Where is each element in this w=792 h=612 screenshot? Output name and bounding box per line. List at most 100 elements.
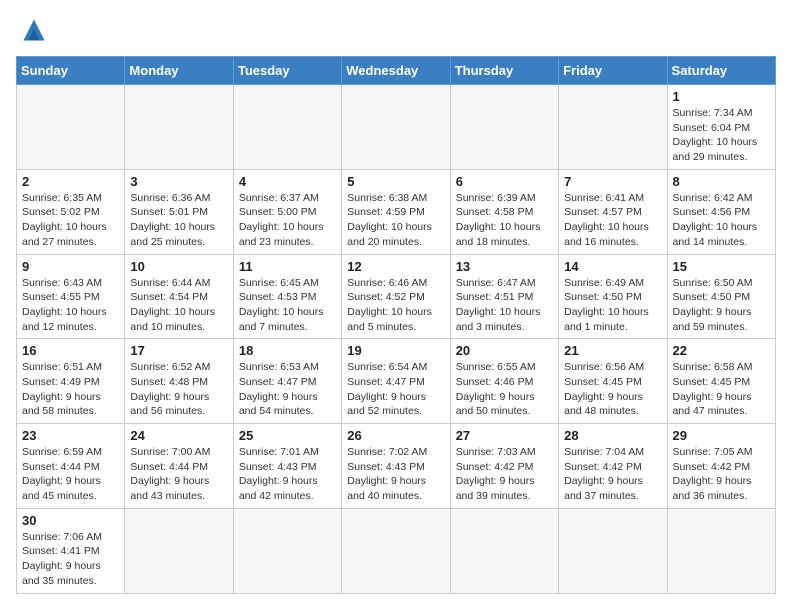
calendar-day-cell: 8Sunrise: 6:42 AM Sunset: 4:56 PM Daylig…	[667, 169, 775, 254]
calendar-day-cell: 27 Sunrise: 7:03 AM Sunset: 4:42 PM Dayli…	[450, 424, 558, 509]
day-number: 22	[673, 343, 770, 358]
calendar-day-cell: 25 Sunrise: 7:01 AM Sunset: 4:43 PM Dayli…	[233, 424, 341, 509]
calendar-day-cell: 2Sunrise: 6:35 AM Sunset: 5:02 PM Daylig…	[17, 169, 125, 254]
day-info: Sunrise: 6:42 AM Sunset: 4:56 PM Dayligh…	[673, 191, 770, 250]
day-number: 17	[130, 343, 227, 358]
calendar-week-row: 9Sunrise: 6:43 AM Sunset: 4:55 PM Daylig…	[17, 254, 776, 339]
calendar-day-cell	[559, 85, 667, 170]
calendar-day-cell	[125, 508, 233, 593]
calendar-day-cell: 19 Sunrise: 6:54 AM Sunset: 4:47 PM Dayli…	[342, 339, 450, 424]
day-info: Sunrise: 6:51 AM Sunset: 4:49 PM Dayligh…	[22, 360, 119, 419]
day-info: Sunrise: 6:50 AM Sunset: 4:50 PM Dayligh…	[673, 276, 770, 335]
calendar-day-cell: 29 Sunrise: 7:05 AM Sunset: 4:42 PM Dayli…	[667, 424, 775, 509]
day-info: Sunrise: 6:36 AM Sunset: 5:01 PM Dayligh…	[130, 191, 227, 250]
day-of-week-header: Wednesday	[342, 57, 450, 85]
day-number: 30	[22, 513, 119, 528]
day-number: 28	[564, 428, 661, 443]
calendar-week-row: 30Sunrise: 7:06 AM Sunset: 4:41 PM Dayli…	[17, 508, 776, 593]
day-info: Sunrise: 6:44 AM Sunset: 4:54 PM Dayligh…	[130, 276, 227, 335]
calendar-day-cell	[233, 508, 341, 593]
day-info: Sunrise: 6:38 AM Sunset: 4:59 PM Dayligh…	[347, 191, 444, 250]
day-info: Sunrise: 6:52 AM Sunset: 4:48 PM Dayligh…	[130, 360, 227, 419]
day-number: 6	[456, 174, 553, 189]
day-of-week-header: Tuesday	[233, 57, 341, 85]
day-number: 11	[239, 259, 336, 274]
calendar-week-row: 16 Sunrise: 6:51 AM Sunset: 4:49 PM Dayli…	[17, 339, 776, 424]
calendar-day-cell: 17 Sunrise: 6:52 AM Sunset: 4:48 PM Dayli…	[125, 339, 233, 424]
calendar-day-cell: 12Sunrise: 6:46 AM Sunset: 4:52 PM Dayli…	[342, 254, 450, 339]
calendar-day-cell: 28 Sunrise: 7:04 AM Sunset: 4:42 PM Dayli…	[559, 424, 667, 509]
calendar-day-cell: 15 Sunrise: 6:50 AM Sunset: 4:50 PM Dayli…	[667, 254, 775, 339]
day-info: Sunrise: 7:04 AM Sunset: 4:42 PM Dayligh…	[564, 445, 661, 504]
day-info: Sunrise: 7:02 AM Sunset: 4:43 PM Dayligh…	[347, 445, 444, 504]
day-info: Sunrise: 6:41 AM Sunset: 4:57 PM Dayligh…	[564, 191, 661, 250]
day-info: Sunrise: 6:49 AM Sunset: 4:50 PM Dayligh…	[564, 276, 661, 335]
day-of-week-header: Sunday	[17, 57, 125, 85]
calendar-week-row: 2Sunrise: 6:35 AM Sunset: 5:02 PM Daylig…	[17, 169, 776, 254]
calendar-day-cell	[342, 85, 450, 170]
day-info: Sunrise: 7:01 AM Sunset: 4:43 PM Dayligh…	[239, 445, 336, 504]
calendar-day-cell: 1Sunrise: 7:34 AM Sunset: 6:04 PM Daylig…	[667, 85, 775, 170]
day-number: 21	[564, 343, 661, 358]
day-number: 18	[239, 343, 336, 358]
calendar-day-cell	[667, 508, 775, 593]
day-number: 26	[347, 428, 444, 443]
day-number: 9	[22, 259, 119, 274]
day-number: 16	[22, 343, 119, 358]
day-of-week-header: Thursday	[450, 57, 558, 85]
calendar-day-cell: 24Sunrise: 7:00 AM Sunset: 4:44 PM Dayli…	[125, 424, 233, 509]
calendar-week-row: 1Sunrise: 7:34 AM Sunset: 6:04 PM Daylig…	[17, 85, 776, 170]
calendar-day-cell	[559, 508, 667, 593]
calendar-day-cell: 7 Sunrise: 6:41 AM Sunset: 4:57 PM Daylig…	[559, 169, 667, 254]
day-info: Sunrise: 6:47 AM Sunset: 4:51 PM Dayligh…	[456, 276, 553, 335]
calendar-day-cell	[450, 85, 558, 170]
day-number: 2	[22, 174, 119, 189]
day-of-week-header: Monday	[125, 57, 233, 85]
calendar-week-row: 23Sunrise: 6:59 AM Sunset: 4:44 PM Dayli…	[17, 424, 776, 509]
day-info: Sunrise: 7:03 AM Sunset: 4:42 PM Dayligh…	[456, 445, 553, 504]
day-number: 4	[239, 174, 336, 189]
day-info: Sunrise: 6:53 AM Sunset: 4:47 PM Dayligh…	[239, 360, 336, 419]
day-info: Sunrise: 6:39 AM Sunset: 4:58 PM Dayligh…	[456, 191, 553, 250]
day-number: 7	[564, 174, 661, 189]
day-number: 1	[673, 89, 770, 104]
calendar-day-cell: 18 Sunrise: 6:53 AM Sunset: 4:47 PM Dayli…	[233, 339, 341, 424]
calendar-day-cell: 10 Sunrise: 6:44 AM Sunset: 4:54 PM Dayli…	[125, 254, 233, 339]
calendar-day-cell: 14 Sunrise: 6:49 AM Sunset: 4:50 PM Dayli…	[559, 254, 667, 339]
calendar-day-cell: 6 Sunrise: 6:39 AM Sunset: 4:58 PM Daylig…	[450, 169, 558, 254]
day-number: 23	[22, 428, 119, 443]
logo	[16, 16, 56, 44]
calendar-day-cell: 13Sunrise: 6:47 AM Sunset: 4:51 PM Dayli…	[450, 254, 558, 339]
day-number: 25	[239, 428, 336, 443]
calendar-day-cell	[342, 508, 450, 593]
day-number: 29	[673, 428, 770, 443]
day-number: 19	[347, 343, 444, 358]
calendar-day-cell: 20Sunrise: 6:55 AM Sunset: 4:46 PM Dayli…	[450, 339, 558, 424]
day-number: 24	[130, 428, 227, 443]
day-number: 14	[564, 259, 661, 274]
calendar-day-cell: 16 Sunrise: 6:51 AM Sunset: 4:49 PM Dayli…	[17, 339, 125, 424]
day-of-week-header: Saturday	[667, 57, 775, 85]
day-number: 27	[456, 428, 553, 443]
calendar-day-cell: 5Sunrise: 6:38 AM Sunset: 4:59 PM Daylig…	[342, 169, 450, 254]
page-header	[16, 16, 776, 44]
calendar-day-cell: 21 Sunrise: 6:56 AM Sunset: 4:45 PM Dayli…	[559, 339, 667, 424]
day-number: 15	[673, 259, 770, 274]
calendar-day-cell: 26 Sunrise: 7:02 AM Sunset: 4:43 PM Dayli…	[342, 424, 450, 509]
day-info: Sunrise: 6:58 AM Sunset: 4:45 PM Dayligh…	[673, 360, 770, 419]
day-info: Sunrise: 6:54 AM Sunset: 4:47 PM Dayligh…	[347, 360, 444, 419]
day-info: Sunrise: 6:56 AM Sunset: 4:45 PM Dayligh…	[564, 360, 661, 419]
logo-icon	[16, 16, 52, 44]
calendar-day-cell	[125, 85, 233, 170]
calendar-day-cell: 11 Sunrise: 6:45 AM Sunset: 4:53 PM Dayli…	[233, 254, 341, 339]
calendar-day-cell	[233, 85, 341, 170]
day-number: 3	[130, 174, 227, 189]
day-info: Sunrise: 7:05 AM Sunset: 4:42 PM Dayligh…	[673, 445, 770, 504]
calendar-day-cell: 9Sunrise: 6:43 AM Sunset: 4:55 PM Daylig…	[17, 254, 125, 339]
calendar-day-cell: 4Sunrise: 6:37 AM Sunset: 5:00 PM Daylig…	[233, 169, 341, 254]
day-of-week-header: Friday	[559, 57, 667, 85]
day-number: 10	[130, 259, 227, 274]
calendar-day-cell: 3 Sunrise: 6:36 AM Sunset: 5:01 PM Daylig…	[125, 169, 233, 254]
day-info: Sunrise: 6:45 AM Sunset: 4:53 PM Dayligh…	[239, 276, 336, 335]
calendar: SundayMondayTuesdayWednesdayThursdayFrid…	[16, 56, 776, 594]
